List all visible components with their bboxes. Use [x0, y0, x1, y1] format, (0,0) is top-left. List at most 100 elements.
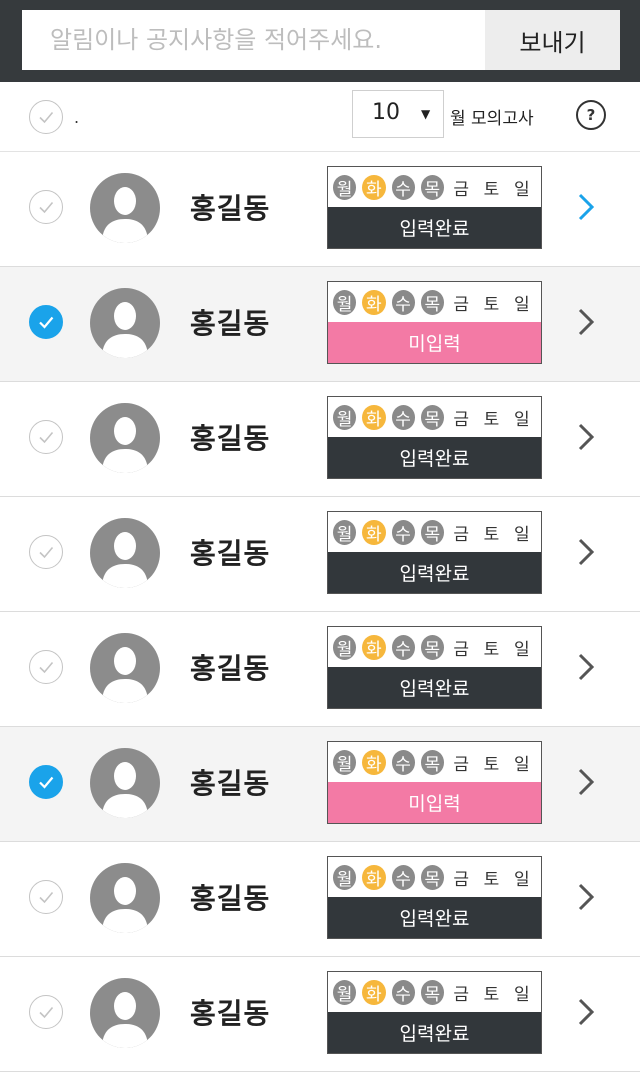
- avatar-icon: [90, 288, 160, 358]
- day-badge: 토: [483, 524, 500, 545]
- month-value: 10: [372, 100, 400, 125]
- checkmark-icon: [39, 316, 54, 329]
- avatar-icon: [90, 633, 160, 703]
- day-badge: 일: [514, 639, 530, 660]
- chevron-right-icon[interactable]: [572, 880, 600, 914]
- day-badge: 월: [333, 519, 357, 545]
- select-all-checkbox[interactable]: [29, 100, 63, 134]
- week-days: 월화수목금토일: [328, 167, 541, 207]
- avatar-icon: [90, 978, 160, 1048]
- student-row[interactable]: 홍길동 월화수목금토일 입력완료: [0, 152, 640, 267]
- status-badge: 입력완료: [328, 437, 541, 478]
- avatar-icon: [90, 863, 160, 933]
- avatar-icon: [90, 748, 160, 818]
- day-badge: 금: [453, 639, 469, 660]
- status-box: 월화수목금토일 입력완료: [327, 511, 542, 594]
- row-checkbox[interactable]: [29, 880, 63, 914]
- checkmark-icon: [39, 201, 54, 214]
- checkmark-icon: [39, 546, 54, 559]
- day-badge: 목: [420, 634, 444, 660]
- day-badge: 일: [514, 294, 530, 315]
- avatar-icon: [90, 403, 160, 473]
- day-badge: 토: [483, 179, 500, 200]
- checkmark-icon: [39, 776, 54, 789]
- week-days: 월화수목금토일: [328, 397, 541, 437]
- status-box: 월화수목금토일 입력완료: [327, 396, 542, 479]
- student-row[interactable]: 홍길동 월화수목금토일 입력완료: [0, 842, 640, 957]
- day-badge: 토: [483, 409, 500, 430]
- day-badge: 목: [420, 519, 444, 545]
- row-checkbox[interactable]: [29, 535, 63, 569]
- day-badge: 수: [391, 404, 415, 430]
- month-select[interactable]: 10 ▼: [352, 90, 444, 138]
- status-box: 월화수목금토일 입력완료: [327, 971, 542, 1054]
- chevron-right-icon[interactable]: [572, 535, 600, 569]
- question-icon: ?: [586, 106, 596, 124]
- status-box: 월화수목금토일 입력완료: [327, 166, 542, 249]
- checkmark-icon: [39, 661, 54, 674]
- student-row[interactable]: 홍길동 월화수목금토일 입력완료: [0, 382, 640, 497]
- chevron-right-icon[interactable]: [572, 305, 600, 339]
- avatar-icon: [90, 518, 160, 588]
- row-checkbox[interactable]: [29, 420, 63, 454]
- row-checkbox[interactable]: [29, 305, 63, 339]
- day-badge: 수: [391, 519, 415, 545]
- day-badge: 월: [333, 979, 357, 1005]
- day-badge: 수: [391, 749, 415, 775]
- checkmark-icon: [39, 431, 54, 444]
- row-checkbox[interactable]: [29, 995, 63, 1029]
- day-badge: 토: [483, 294, 500, 315]
- day-badge: 일: [514, 984, 530, 1005]
- day-badge: 화: [362, 749, 386, 775]
- day-badge: 수: [391, 634, 415, 660]
- day-badge: 일: [514, 409, 530, 430]
- day-badge: 목: [420, 749, 444, 775]
- day-badge: 월: [333, 634, 357, 660]
- chevron-right-icon[interactable]: [572, 190, 600, 224]
- chevron-right-icon[interactable]: [572, 420, 600, 454]
- day-badge: 수: [391, 174, 415, 200]
- day-badge: 수: [391, 979, 415, 1005]
- chevron-right-icon[interactable]: [572, 650, 600, 684]
- week-days: 월화수목금토일: [328, 742, 541, 782]
- chevron-right-icon[interactable]: [572, 765, 600, 799]
- student-name: 홍길동: [190, 882, 271, 915]
- student-row[interactable]: 홍길동 월화수목금토일 입력완료: [0, 957, 640, 1072]
- chevron-right-icon[interactable]: [572, 995, 600, 1029]
- day-badge: 금: [453, 409, 469, 430]
- status-badge: 입력완료: [328, 667, 541, 708]
- message-bar: 보내기: [0, 0, 640, 82]
- day-badge: 일: [514, 179, 530, 200]
- checkmark-icon: [39, 891, 54, 904]
- help-button[interactable]: ?: [576, 100, 606, 130]
- week-days: 월화수목금토일: [328, 627, 541, 667]
- student-row[interactable]: 홍길동 월화수목금토일 미입력: [0, 727, 640, 842]
- day-badge: 토: [483, 984, 500, 1005]
- day-badge: 월: [333, 864, 357, 890]
- student-row[interactable]: 홍길동 월화수목금토일 입력완료: [0, 497, 640, 612]
- status-badge: 입력완료: [328, 897, 541, 938]
- student-name: 홍길동: [190, 422, 271, 455]
- week-days: 월화수목금토일: [328, 282, 541, 322]
- day-badge: 토: [483, 639, 500, 660]
- row-checkbox[interactable]: [29, 190, 63, 224]
- day-badge: 수: [391, 864, 415, 890]
- row-checkbox[interactable]: [29, 765, 63, 799]
- day-badge: 화: [362, 864, 386, 890]
- day-badge: 금: [453, 754, 469, 775]
- day-badge: 토: [483, 869, 500, 890]
- send-button[interactable]: 보내기: [485, 10, 620, 70]
- list-header: . 10 ▼ 월 모의고사 ?: [0, 82, 640, 152]
- exam-title: 월 모의고사: [450, 109, 534, 129]
- status-box: 월화수목금토일 입력완료: [327, 626, 542, 709]
- student-row[interactable]: 홍길동 월화수목금토일 입력완료: [0, 612, 640, 727]
- day-badge: 월: [333, 289, 357, 315]
- status-box: 월화수목금토일 입력완료: [327, 856, 542, 939]
- notice-input[interactable]: [22, 10, 485, 70]
- day-badge: 수: [391, 289, 415, 315]
- day-badge: 일: [514, 869, 530, 890]
- day-badge: 목: [420, 864, 444, 890]
- status-badge: 입력완료: [328, 207, 541, 248]
- student-row[interactable]: 홍길동 월화수목금토일 미입력: [0, 267, 640, 382]
- row-checkbox[interactable]: [29, 650, 63, 684]
